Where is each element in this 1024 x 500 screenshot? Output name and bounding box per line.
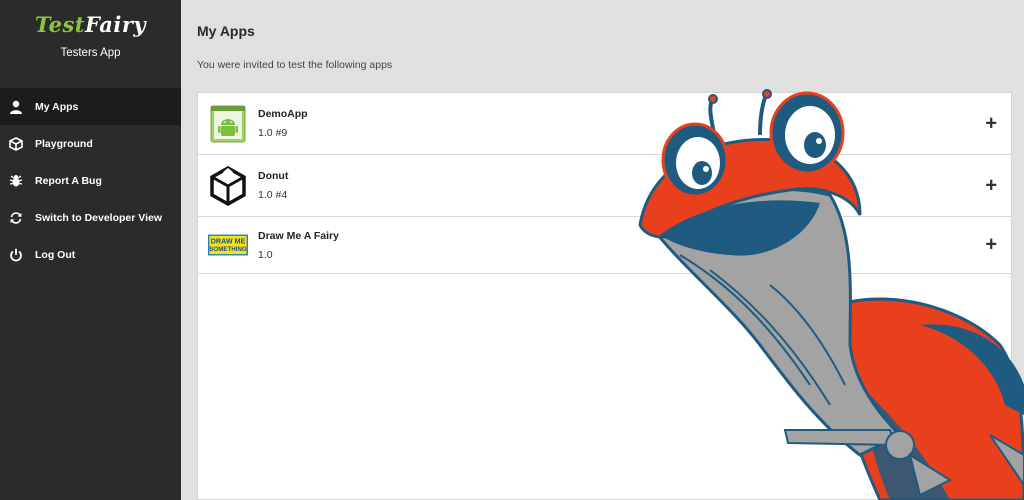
draw-something-icon: DRAW ME SOMETHING (208, 225, 248, 265)
sidebar-item-developer-view[interactable]: Switch to Developer View (0, 199, 181, 236)
app-subtitle: Testers App (60, 47, 121, 59)
page-subtitle: You were invited to test the following a… (197, 59, 393, 71)
sidebar-item-label: Playground (35, 137, 93, 150)
refresh-icon (9, 211, 23, 225)
unity-logo-icon (208, 165, 248, 206)
sidebar-item-log-out[interactable]: Log Out (0, 236, 181, 273)
cube-icon (9, 136, 23, 151)
logo-word-test: Test (34, 12, 85, 37)
icon-text-line-2: SOMETHING (209, 246, 247, 253)
app-version: 1.0 #4 (258, 189, 288, 201)
app-info: DemoApp 1.0 #9 (258, 108, 308, 139)
sidebar-item-label: Switch to Developer View (35, 211, 163, 224)
app-name: Donut (258, 170, 289, 182)
sidebar-item-my-apps[interactable]: My Apps (0, 88, 181, 125)
app-name: DemoApp (258, 108, 308, 120)
user-icon (9, 100, 23, 114)
app-name: Draw Me A Fairy (258, 229, 339, 242)
sidebar: TestFairy Testers App My Apps Playground… (0, 0, 181, 500)
sidebar-item-report-bug[interactable]: Report A Bug (0, 162, 181, 199)
sidebar-item-label: Log Out (35, 248, 76, 261)
icon-text-line-1: DRAW ME (211, 238, 246, 246)
page-title: My Apps (197, 23, 255, 39)
sidebar-item-playground[interactable]: Playground (0, 125, 181, 162)
app-version: 1.0 (258, 248, 273, 261)
app-info: Draw Me A Fairy 1.0 (258, 230, 339, 261)
sidebar-item-label: Report A Bug (35, 174, 102, 187)
bug-icon (9, 174, 23, 188)
app-version: 1.0 #9 (258, 127, 288, 139)
sidebar-nav: My Apps Playground Report A Bug Switch t… (0, 88, 181, 273)
sidebar-item-label: My Apps (35, 100, 79, 113)
fairy-mascot-illustration (638, 89, 1024, 500)
app-info: Donut 1.0 #4 (258, 170, 288, 201)
logo-word-fairy: Fairy (84, 12, 147, 37)
testfairy-logo: TestFairy (0, 12, 181, 37)
power-icon (9, 248, 23, 262)
brand: TestFairy Testers App (0, 0, 181, 88)
android-app-icon (208, 104, 248, 144)
